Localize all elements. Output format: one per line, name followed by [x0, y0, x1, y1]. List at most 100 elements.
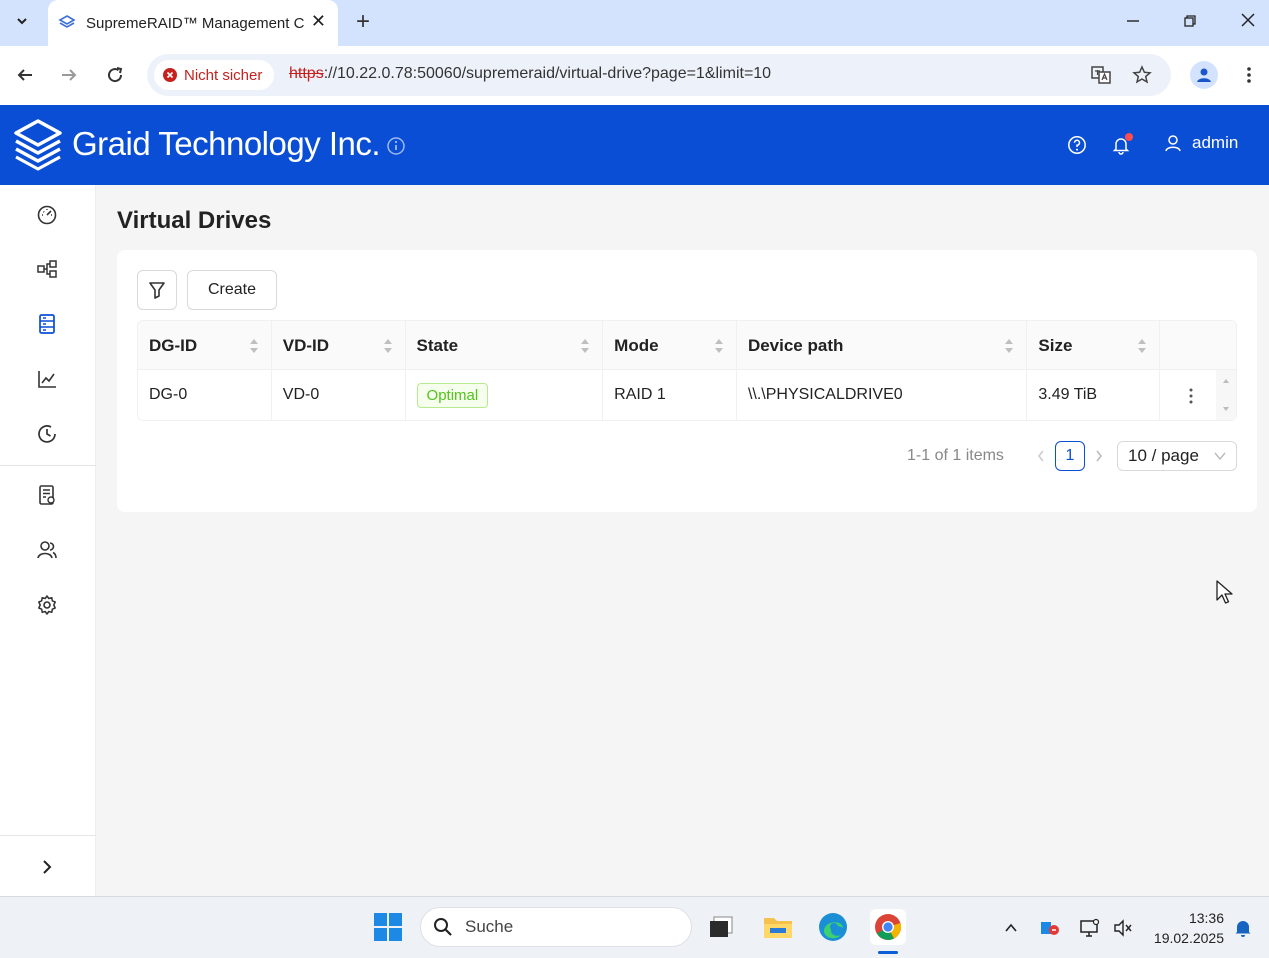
- sidebar-item-logs[interactable]: [34, 482, 60, 508]
- sidebar-item-virtual-drives[interactable]: [34, 311, 60, 337]
- user-icon: [1165, 135, 1181, 152]
- column-header-mode[interactable]: Mode: [603, 321, 737, 370]
- sort-icon[interactable]: [249, 337, 259, 355]
- forward-button[interactable]: [55, 61, 83, 89]
- chevron-right-icon: [43, 860, 52, 874]
- taskbar-edge[interactable]: [815, 909, 851, 945]
- user-menu[interactable]: admin: [1164, 133, 1238, 153]
- task-view-icon: [710, 916, 733, 937]
- tray-notifications[interactable]: [1231, 917, 1255, 939]
- taskbar-search[interactable]: Suche: [420, 907, 692, 947]
- translate-button[interactable]: [1089, 63, 1113, 87]
- close-tab-icon[interactable]: ✕: [311, 11, 326, 32]
- page-size-select[interactable]: 10 / page: [1117, 441, 1237, 471]
- browser-tab-active[interactable]: SupremeRAID™ Management C ✕: [48, 0, 338, 46]
- tab-search-button[interactable]: [6, 6, 38, 36]
- sort-icon[interactable]: [1004, 337, 1014, 355]
- more-vertical-icon: [1247, 67, 1251, 83]
- table-row[interactable]: DG-0 VD-0 Optimal RAID 1 \\.\PHYSICALDRI…: [138, 370, 1236, 420]
- sidebar-item-settings[interactable]: [34, 592, 60, 618]
- graid-logo-icon[interactable]: [10, 117, 66, 173]
- windows-taskbar: Suche 13:36 19.02.2025: [0, 896, 1269, 958]
- page-1-button[interactable]: 1: [1055, 441, 1085, 471]
- column-header-vd-id[interactable]: VD-ID: [272, 321, 406, 370]
- line-chart-icon: [38, 371, 56, 388]
- row-actions-more-icon[interactable]: [1186, 386, 1196, 406]
- minimize-window-button[interactable]: [1113, 8, 1153, 36]
- windows-logo-icon: [374, 913, 402, 941]
- column-header-size[interactable]: Size: [1027, 321, 1161, 370]
- back-button[interactable]: [11, 61, 39, 89]
- sidebar-item-dashboard[interactable]: [34, 201, 60, 227]
- notifications-button[interactable]: [1109, 133, 1133, 157]
- arrow-right-icon: [62, 69, 77, 81]
- reload-button[interactable]: [101, 61, 129, 89]
- create-button[interactable]: Create: [187, 270, 277, 310]
- column-header-device-path[interactable]: Device path: [737, 321, 1028, 370]
- sort-icon[interactable]: [580, 337, 590, 355]
- filter-button[interactable]: [137, 270, 177, 310]
- sidebar-item-history[interactable]: [34, 421, 60, 447]
- security-label: Nicht sicher: [184, 66, 263, 84]
- users-icon: [37, 541, 57, 559]
- tray-network[interactable]: [1078, 917, 1102, 939]
- column-header-state[interactable]: State: [406, 321, 604, 370]
- bookmark-button[interactable]: [1130, 63, 1154, 87]
- chevron-right-icon: [1096, 450, 1103, 462]
- filter-icon: [149, 282, 165, 299]
- sidebar-item-users[interactable]: [34, 537, 60, 563]
- sidebar-item-topology[interactable]: [34, 256, 60, 282]
- question-circle-icon: [1068, 136, 1086, 154]
- chrome-browser-icon: [875, 914, 902, 940]
- security-app-icon: [1041, 922, 1059, 935]
- taskbar-chrome[interactable]: [870, 909, 906, 945]
- scroll-down-icon[interactable]: [1216, 402, 1236, 416]
- scroll-up-icon[interactable]: [1216, 374, 1236, 388]
- tray-volume[interactable]: [1111, 917, 1135, 939]
- chevron-up-icon: [1005, 923, 1017, 932]
- restore-window-button[interactable]: [1170, 8, 1210, 36]
- sort-icon[interactable]: [383, 337, 393, 355]
- help-button[interactable]: [1065, 133, 1089, 157]
- document-report-icon: [39, 485, 55, 505]
- browser-toolbar: Nicht sicher https://10.22.0.78:50060/su…: [0, 46, 1269, 105]
- sidebar-footer-divider: [0, 835, 96, 836]
- system-clock[interactable]: 13:36 19.02.2025: [1150, 908, 1224, 948]
- column-header-dg-id[interactable]: DG-ID: [138, 321, 272, 370]
- edge-browser-icon: [819, 913, 847, 941]
- sort-icon[interactable]: [1137, 337, 1147, 355]
- info-icon[interactable]: [386, 136, 406, 156]
- cell-state: Optimal: [406, 370, 604, 420]
- speaker-muted-icon: [1114, 919, 1132, 937]
- url-text[interactable]: https://10.22.0.78:50060/supremeraid/vir…: [289, 65, 771, 83]
- search-icon: [434, 918, 452, 936]
- sidebar-expand-button[interactable]: [34, 854, 60, 880]
- start-button[interactable]: [370, 909, 406, 945]
- browser-tab-bar: SupremeRAID™ Management C ✕ +: [0, 0, 1269, 46]
- column-label: Mode: [614, 335, 659, 355]
- clock-time: 13:36: [1188, 910, 1224, 926]
- tray-app-icon[interactable]: [1038, 917, 1062, 939]
- taskbar-file-explorer[interactable]: [760, 909, 796, 945]
- bell-icon: [1235, 921, 1251, 937]
- tray-overflow-button[interactable]: [999, 917, 1023, 939]
- previous-page-button[interactable]: [1033, 446, 1049, 466]
- notification-dot: [1125, 133, 1133, 141]
- cell-device-path: \\.\PHYSICALDRIVE0: [737, 370, 1028, 420]
- profile-button[interactable]: [1190, 61, 1218, 89]
- security-indicator[interactable]: Nicht sicher: [154, 60, 275, 90]
- virtual-drive-icon: [39, 314, 55, 334]
- sort-icon[interactable]: [714, 337, 724, 355]
- taskbar-task-view[interactable]: [702, 909, 738, 945]
- url-scheme: https: [289, 65, 324, 82]
- browser-menu-button[interactable]: [1238, 61, 1260, 89]
- close-window-button[interactable]: [1228, 8, 1268, 36]
- virtual-drives-card: Create DG-ID VD-ID State Mode Device pat…: [117, 250, 1257, 512]
- page-title: Virtual Drives: [117, 207, 272, 234]
- next-page-button[interactable]: [1091, 446, 1107, 466]
- address-bar[interactable]: Nicht sicher https://10.22.0.78:50060/su…: [147, 54, 1171, 96]
- chevron-down-icon: [17, 18, 27, 25]
- table-scrollbar[interactable]: [1216, 370, 1236, 420]
- new-tab-button[interactable]: +: [350, 8, 376, 36]
- sidebar-item-performance[interactable]: [34, 366, 60, 392]
